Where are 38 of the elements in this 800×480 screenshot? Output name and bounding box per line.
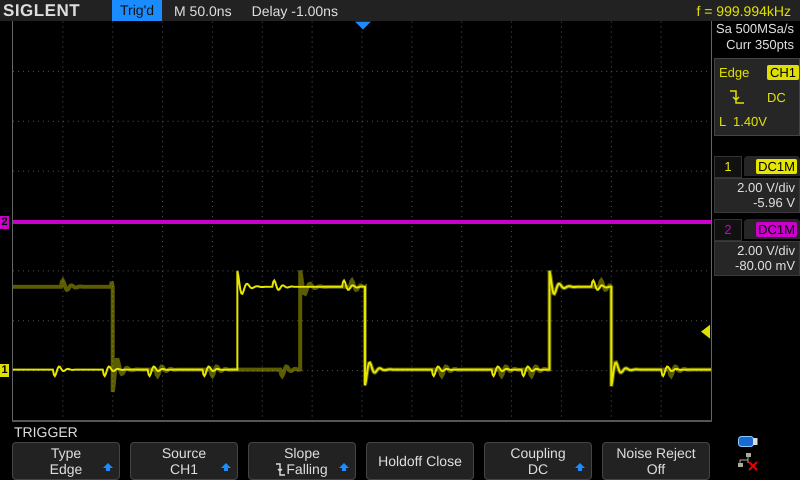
trigger-source: CH1 xyxy=(766,65,799,80)
trigger-level: L 1.40V xyxy=(719,114,767,129)
delay-label[interactable]: Delay -1.00ns xyxy=(252,2,338,18)
softkey-button[interactable]: Coupling DC xyxy=(484,442,592,480)
brand-logo: SIGLENT xyxy=(3,0,82,20)
channel-number[interactable]: 1 xyxy=(714,156,742,178)
coupling-badge: DC1M xyxy=(756,158,797,174)
vertical-scale: 2.00 V/div xyxy=(737,180,795,195)
network-disconnected-icon xyxy=(738,453,758,471)
usb-icon xyxy=(738,436,758,447)
channel-number[interactable]: 2 xyxy=(714,219,742,241)
trigger-level-icon xyxy=(701,324,710,339)
menu-title: TRIGGER xyxy=(14,424,79,440)
vertical-scale: 2.00 V/div xyxy=(737,243,795,258)
trigger-type: Edge xyxy=(719,65,750,80)
arrow-up-icon xyxy=(103,463,113,471)
coupling-badge: DC1M xyxy=(756,222,797,236)
trigger-panel[interactable]: Edge CH1 DC L 1.40V xyxy=(714,58,800,136)
falling-edge-icon xyxy=(729,89,745,105)
frequency-readout: f = 999.994kHz xyxy=(696,2,791,18)
vertical-offset: -80.00 mV xyxy=(735,258,795,273)
timebase-label[interactable]: M 50.0ns xyxy=(174,2,232,18)
trigger-status: Trig'd xyxy=(112,0,162,21)
vertical-offset: -5.96 V xyxy=(753,195,795,210)
memory-depth: Curr 350pts xyxy=(725,37,795,53)
softkey-button[interactable]: Type Edge xyxy=(12,442,120,480)
softkey-button[interactable]: Noise Reject Off xyxy=(602,442,710,480)
softkey-button[interactable]: Slope Falling xyxy=(248,442,356,480)
channel-marker: 1 xyxy=(0,364,9,377)
trigger-coupling: DC xyxy=(766,90,787,104)
sample-rate: Sa 500MSa/s xyxy=(714,21,795,37)
arrow-up-icon xyxy=(339,463,349,471)
softkey-button[interactable]: Holdoff Close xyxy=(366,442,474,480)
arrow-up-icon xyxy=(575,463,585,471)
arrow-up-icon xyxy=(221,463,231,471)
softkey-button[interactable]: Source CH1 xyxy=(130,442,238,480)
falling-edge-icon xyxy=(276,462,286,476)
channel-marker: 2 xyxy=(0,216,9,229)
